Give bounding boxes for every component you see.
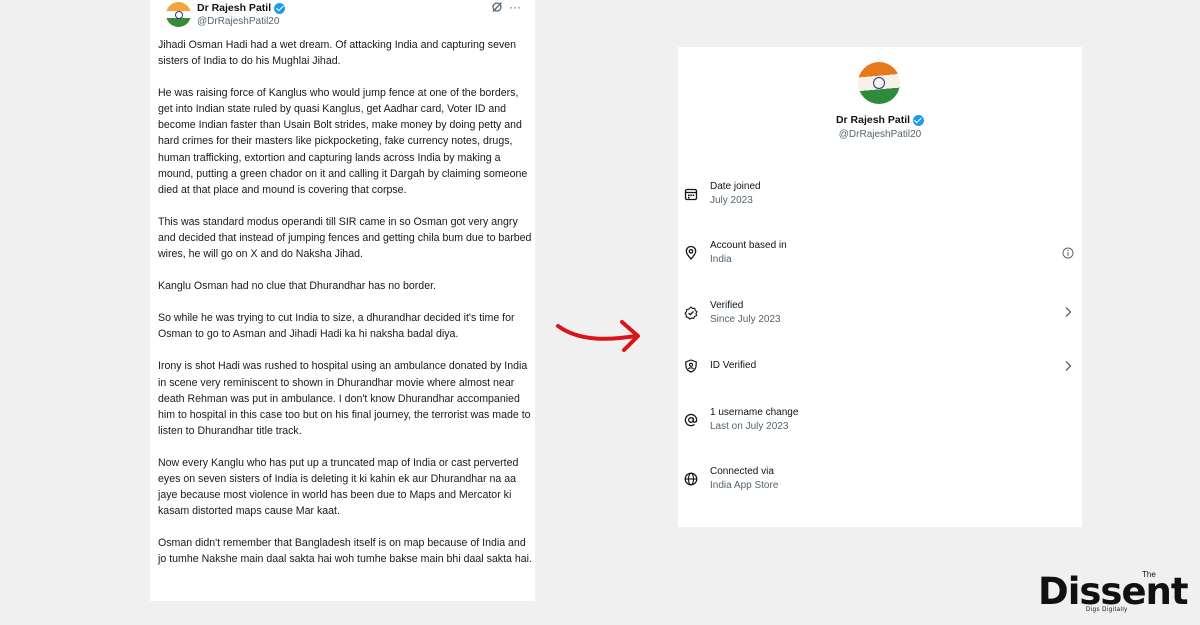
tweet-paragraph: Kanglu Osman had no clue that Dhurandhar…: [158, 280, 436, 293]
verified-badge-icon: [274, 2, 286, 14]
info-title: Verified: [710, 300, 744, 311]
info-value: July 2023: [710, 195, 753, 206]
chevron-right-icon[interactable]: [1062, 360, 1074, 372]
profile-name-row: Dr Rajesh Patil: [678, 114, 1082, 126]
info-title: Account based in: [710, 240, 787, 251]
author-name[interactable]: Dr Rajesh Patil: [197, 2, 271, 14]
info-value: India: [710, 254, 732, 265]
info-row-date-joined: Date joined July 2023: [678, 180, 1082, 220]
author-handle[interactable]: @DrRajeshPatil20: [197, 16, 279, 27]
account-info-panel: Dr Rajesh Patil @DrRajeshPatil20 Date jo…: [678, 47, 1082, 527]
at-sign-icon: [684, 413, 698, 427]
profile-name: Dr Rajesh Patil: [835, 114, 911, 126]
info-icon[interactable]: [1062, 247, 1074, 259]
info-value: Last on July 2023: [710, 421, 789, 432]
author-name-row[interactable]: Dr Rajesh Patil: [197, 2, 286, 14]
info-title: ID Verified: [710, 360, 757, 371]
tweet-paragraph: He was raising force of Kanglus who woul…: [158, 87, 528, 196]
calendar-icon: [684, 188, 698, 201]
tweet-paragraph: Now every Kanglu who has put up a trunca…: [158, 456, 519, 518]
grok-icon[interactable]: [491, 1, 503, 13]
info-row-username-change: 1 username change Last on July 2023: [678, 406, 1082, 446]
logo-tagline: Digs Digitally: [1086, 607, 1128, 613]
info-row-verified[interactable]: Verified Since July 2023: [678, 299, 1082, 339]
chevron-right-icon[interactable]: [1062, 306, 1074, 318]
tweet-paragraph: Irony is shot Hadi was rushed to hospita…: [158, 360, 531, 437]
tweet-actions: ···: [491, 0, 521, 14]
more-icon[interactable]: ···: [509, 0, 521, 14]
tweet-header: Dr Rajesh Patil @DrRajeshPatil20 ···: [158, 0, 527, 34]
info-row-account-based-in: Account based in India: [678, 239, 1082, 279]
avatar[interactable]: [858, 62, 900, 104]
globe-icon: [684, 472, 698, 486]
location-pin-icon: [685, 246, 697, 260]
info-row-id-verified[interactable]: ID Verified: [678, 352, 1082, 392]
tweet-paragraph: Osman didn't remember that Bangladesh it…: [158, 537, 532, 566]
info-title: 1 username change: [710, 407, 799, 418]
info-row-connected-via: Connected via India App Store: [678, 465, 1082, 505]
tweet-paragraph: This was standard modus operandi till SI…: [158, 215, 532, 261]
info-title: Connected via: [710, 466, 774, 477]
verified-badge-icon: [684, 306, 698, 320]
id-shield-icon: [685, 359, 697, 373]
tweet-text: Jihadi Osman Hadi had a wet dream. Of at…: [158, 37, 532, 583]
avatar[interactable]: [166, 2, 191, 27]
logo-the: The: [1142, 570, 1156, 579]
the-dissent-logo: Dissent The Digs Digitally: [1038, 570, 1189, 618]
info-value: Since July 2023: [710, 314, 781, 325]
tweet-paragraph: Jihadi Osman Hadi had a wet dream. Of at…: [158, 39, 517, 68]
info-title: Date joined: [710, 181, 761, 192]
profile-handle: @DrRajeshPatil20: [838, 129, 922, 140]
info-value: India App Store: [710, 480, 779, 491]
tweet-card: Dr Rajesh Patil @DrRajeshPatil20 ··· Jih…: [150, 0, 535, 601]
tweet-paragraph: So while he was trying to cut India to s…: [158, 312, 515, 341]
verified-badge-icon: [913, 114, 925, 126]
red-arrow-icon: [556, 320, 640, 352]
